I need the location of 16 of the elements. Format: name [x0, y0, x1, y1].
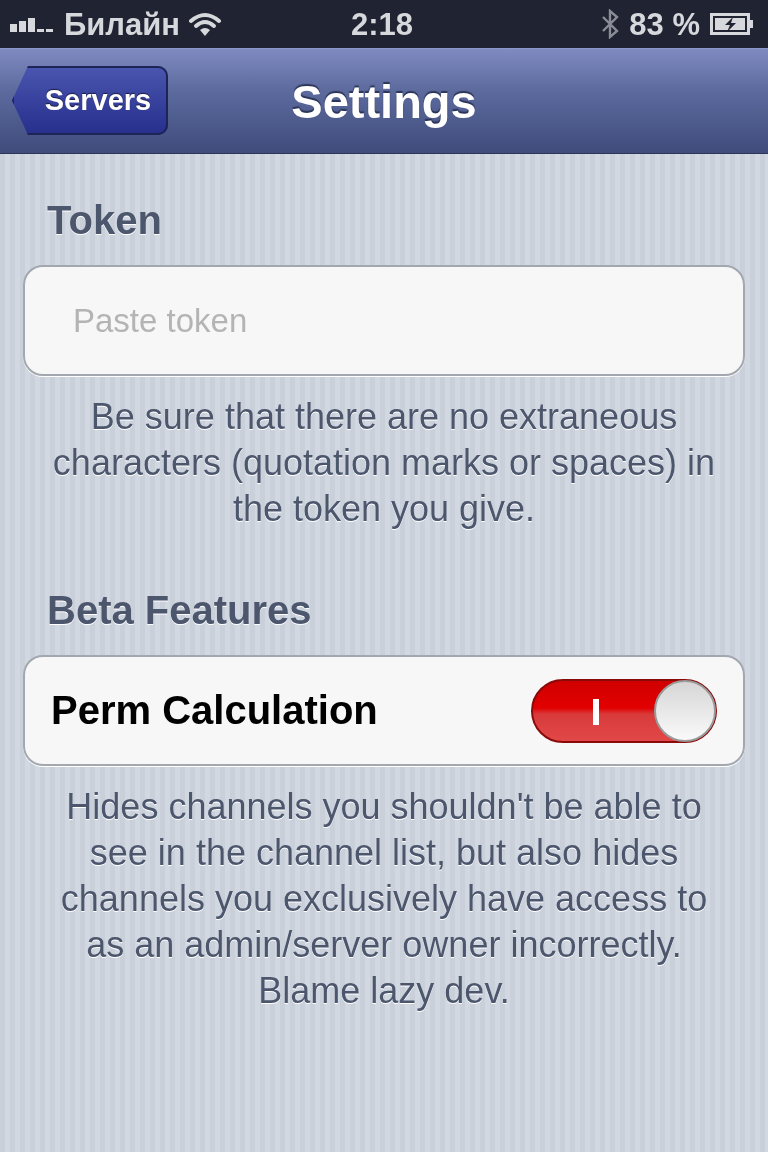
- section-footer-text: Hides channels you shouldn't be able to see in the channel list, but also hides channels you exclusively have access to as an admin/server owner incorrectly. Blame lazy dev.: [59, 785, 709, 1013]
- back-button[interactable]: Servers: [12, 66, 168, 135]
- clock-time: 2:18: [351, 8, 414, 40]
- on-mark-icon: [593, 698, 599, 725]
- carrier-name: Билайн: [64, 8, 181, 40]
- section-header: Token: [46, 197, 163, 244]
- row-label: Perm Calculation: [51, 688, 379, 733]
- page-title: Settings: [291, 73, 477, 129]
- bluetooth-icon: [601, 9, 620, 39]
- battery-percent: 83 %: [629, 8, 700, 40]
- signal-bars-icon: [10, 16, 56, 32]
- wifi-icon: [188, 11, 223, 37]
- token-input-field[interactable]: Paste token: [23, 265, 745, 376]
- battery-charging-icon: [710, 13, 754, 35]
- section-header: Beta Features: [46, 587, 313, 634]
- section-footer-text: Be sure that there are no extraneous characters (quotation marks or spaces) in the token you give.: [51, 395, 717, 531]
